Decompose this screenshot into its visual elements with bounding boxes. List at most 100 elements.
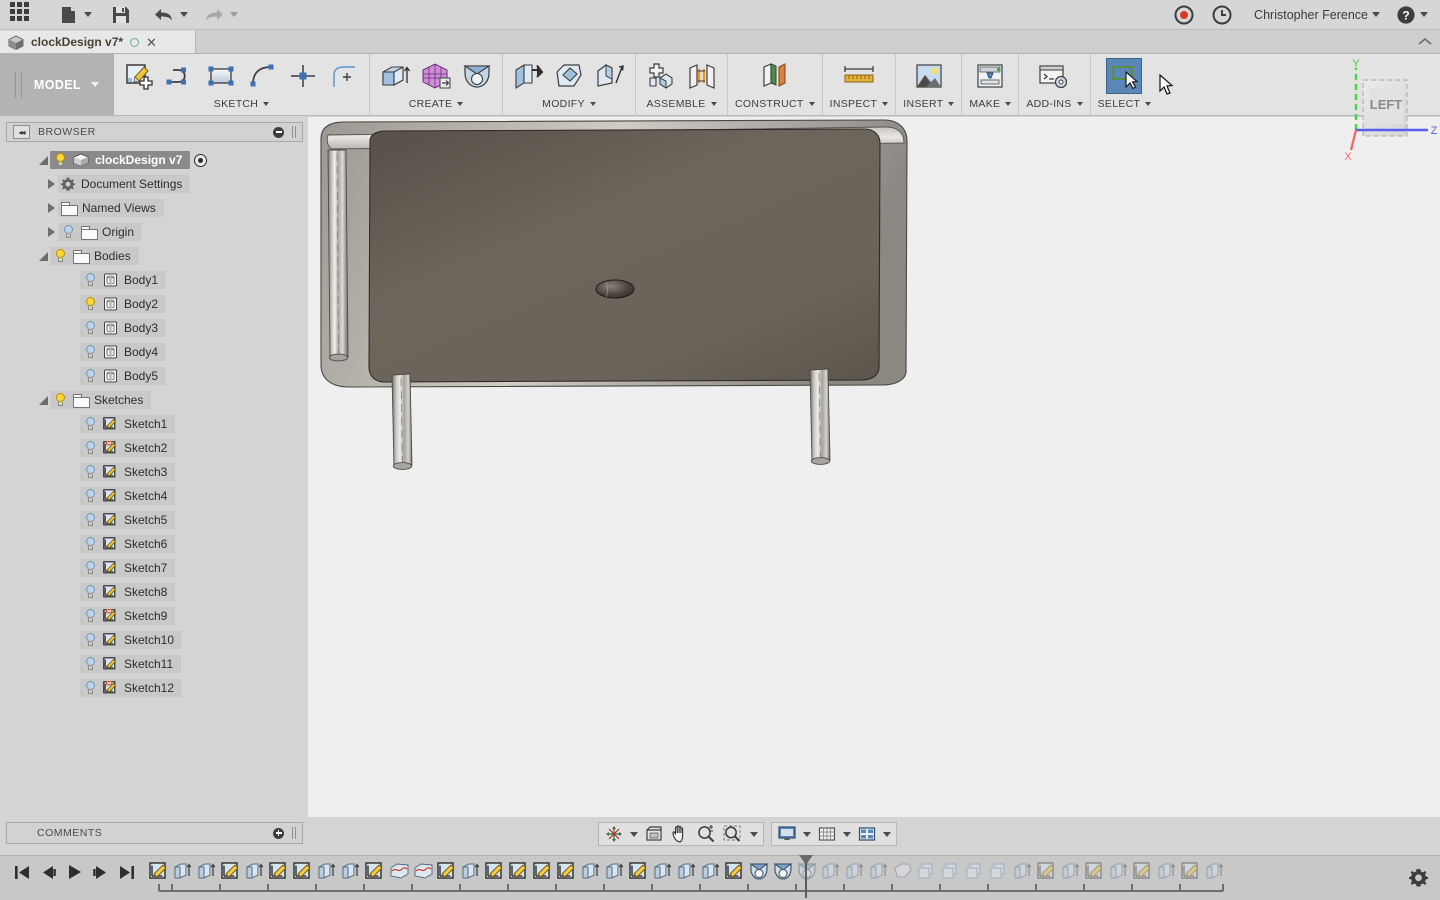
- construct-group-caret-icon[interactable]: [809, 102, 815, 106]
- sketches-twisty-icon[interactable]: [36, 388, 50, 412]
- tree-row-document-settings[interactable]: Document Settings: [6, 172, 303, 196]
- tree-item-named-views[interactable]: Named Views: [58, 199, 164, 217]
- timeline-feature-extrude[interactable]: [819, 859, 843, 883]
- timeline-feature-extrude[interactable]: [1059, 859, 1083, 883]
- display-settings-icon[interactable]: [774, 823, 814, 845]
- inspect-group-caret-icon[interactable]: [882, 102, 888, 106]
- create-group-caret-icon[interactable]: [457, 102, 463, 106]
- tree-item-bodies[interactable]: Bodies: [50, 247, 139, 265]
- model-3d-view[interactable]: [308, 117, 1440, 817]
- addins-group-caret-icon[interactable]: [1077, 102, 1083, 106]
- visibility-bulb-icon[interactable]: [83, 416, 97, 432]
- tree-item-sketch[interactable]: Sketch4: [80, 487, 175, 505]
- grid-snaps-caret-icon[interactable]: [843, 832, 851, 837]
- activate-component-radio[interactable]: [194, 154, 207, 167]
- timeline-feature-sketch[interactable]: [363, 859, 387, 883]
- timeline-feature-sketch[interactable]: [627, 859, 651, 883]
- shell-icon[interactable]: [592, 58, 628, 94]
- timeline-settings-icon[interactable]: [1409, 868, 1428, 892]
- timeline-feature-extrude[interactable]: [1107, 859, 1131, 883]
- timeline-feature-extrude[interactable]: [603, 859, 627, 883]
- timeline-feature-pattern[interactable]: [987, 859, 1011, 883]
- undo-caret-icon[interactable]: [180, 12, 188, 17]
- timeline-feature-extrude[interactable]: [195, 859, 219, 883]
- pan-icon[interactable]: [667, 823, 693, 845]
- timeline-feature-extrude[interactable]: [1011, 859, 1035, 883]
- workspace-switcher[interactable]: MODEL: [0, 54, 114, 115]
- named-views-twisty-icon[interactable]: [44, 196, 58, 220]
- timeline-feature-loft[interactable]: [411, 859, 435, 883]
- timeline-feature-pattern[interactable]: [939, 859, 963, 883]
- timeline-feature-loft[interactable]: [387, 859, 411, 883]
- timeline-feature-sketch[interactable]: [1035, 859, 1059, 883]
- timeline-feature-pattern[interactable]: [963, 859, 987, 883]
- app-grid-icon[interactable]: [0, 0, 36, 30]
- play-icon[interactable]: [66, 864, 83, 885]
- revolve-icon[interactable]: [459, 58, 495, 94]
- joint-icon[interactable]: [684, 58, 720, 94]
- step-forward-icon[interactable]: [92, 865, 109, 885]
- zoom-window-icon[interactable]: [719, 823, 761, 845]
- modify-group-caret-icon[interactable]: [590, 102, 596, 106]
- visibility-bulb-icon[interactable]: [83, 656, 97, 672]
- timeline-feature-sketch[interactable]: [291, 859, 315, 883]
- insert-image-icon[interactable]: [911, 58, 947, 94]
- tree-row-origin[interactable]: Origin: [6, 220, 303, 244]
- timeline-feature-extrude[interactable]: [675, 859, 699, 883]
- visibility-bulb-icon[interactable]: [83, 632, 97, 648]
- ribbon-group-create-label[interactable]: CREATE: [409, 95, 464, 113]
- tree-row-body[interactable]: Body2: [6, 292, 303, 316]
- new-file-caret-icon[interactable]: [84, 12, 92, 17]
- tree-row-body[interactable]: Body3: [6, 316, 303, 340]
- ribbon-group-select-label[interactable]: SELECT: [1098, 95, 1152, 113]
- tree-row-bodies[interactable]: Bodies: [6, 244, 303, 268]
- look-at-icon[interactable]: [641, 823, 667, 845]
- ribbon-group-inspect-label[interactable]: INSPECT: [830, 95, 889, 113]
- tree-item-body[interactable]: Body3: [80, 319, 166, 337]
- job-status-icon[interactable]: [1210, 0, 1234, 30]
- ribbon-group-construct-label[interactable]: CONSTRUCT: [735, 95, 815, 113]
- tree-item-origin[interactable]: Origin: [58, 223, 142, 241]
- tree-row-named-views[interactable]: Named Views: [6, 196, 303, 220]
- help-menu[interactable]: ?: [1396, 0, 1428, 30]
- tree-row-sketches[interactable]: Sketches: [6, 388, 303, 412]
- tree-item-body[interactable]: Body1: [80, 271, 166, 289]
- fillet-modify-icon[interactable]: [551, 58, 587, 94]
- ribbon-group-assemble-label[interactable]: ASSEMBLE: [646, 95, 716, 113]
- visibility-bulb-icon[interactable]: [83, 464, 97, 480]
- visibility-bulb-icon[interactable]: [83, 344, 97, 360]
- scripts-addins-icon[interactable]: [1036, 58, 1072, 94]
- document-settings-twisty-icon[interactable]: [44, 172, 58, 196]
- timeline-feature-fillet[interactable]: [891, 859, 915, 883]
- tree-row-body[interactable]: Body5: [6, 364, 303, 388]
- timeline-feature-sketch[interactable]: [1131, 859, 1155, 883]
- tree-item-sketch[interactable]: Sketch1: [80, 415, 175, 433]
- tree-item-sketch[interactable]: Sketch6: [80, 535, 175, 553]
- timeline-feature-extrude[interactable]: [459, 859, 483, 883]
- timeline-feature-pattern[interactable]: [915, 859, 939, 883]
- skip-to-start-icon[interactable]: [14, 865, 31, 885]
- timeline-feature-sketch[interactable]: [507, 859, 531, 883]
- ribbon-group-addins-label[interactable]: ADD-INS: [1026, 95, 1082, 113]
- mesh-icon[interactable]: [418, 58, 454, 94]
- visibility-bulb-icon[interactable]: [83, 512, 97, 528]
- timeline-feature-extrude[interactable]: [579, 859, 603, 883]
- help-caret-icon[interactable]: [1420, 12, 1428, 17]
- timeline-feature-extrude[interactable]: [1155, 859, 1179, 883]
- orbit-caret-icon[interactable]: [630, 832, 638, 837]
- add-comment-icon[interactable]: [273, 828, 284, 839]
- view-cube[interactable]: LEFT Y Z X: [1336, 58, 1440, 170]
- timeline-marker[interactable]: [797, 854, 815, 900]
- tree-item-root[interactable]: clockDesign v7: [50, 151, 190, 169]
- fillet-icon[interactable]: [326, 58, 362, 94]
- skip-to-end-icon[interactable]: [118, 865, 135, 885]
- ribbon-group-insert-label[interactable]: INSERT: [903, 95, 954, 113]
- tree-row-sketch[interactable]: Sketch1: [6, 412, 303, 436]
- origin-twisty-icon[interactable]: [44, 220, 58, 244]
- tree-row-sketch[interactable]: Sketch10: [6, 628, 303, 652]
- tree-item-document-settings[interactable]: Document Settings: [58, 175, 190, 193]
- timeline-feature-extrude[interactable]: [843, 859, 867, 883]
- visibility-bulb-icon[interactable]: [61, 224, 75, 240]
- new-component-icon[interactable]: [643, 58, 679, 94]
- workspace-caret-icon[interactable]: [91, 82, 99, 87]
